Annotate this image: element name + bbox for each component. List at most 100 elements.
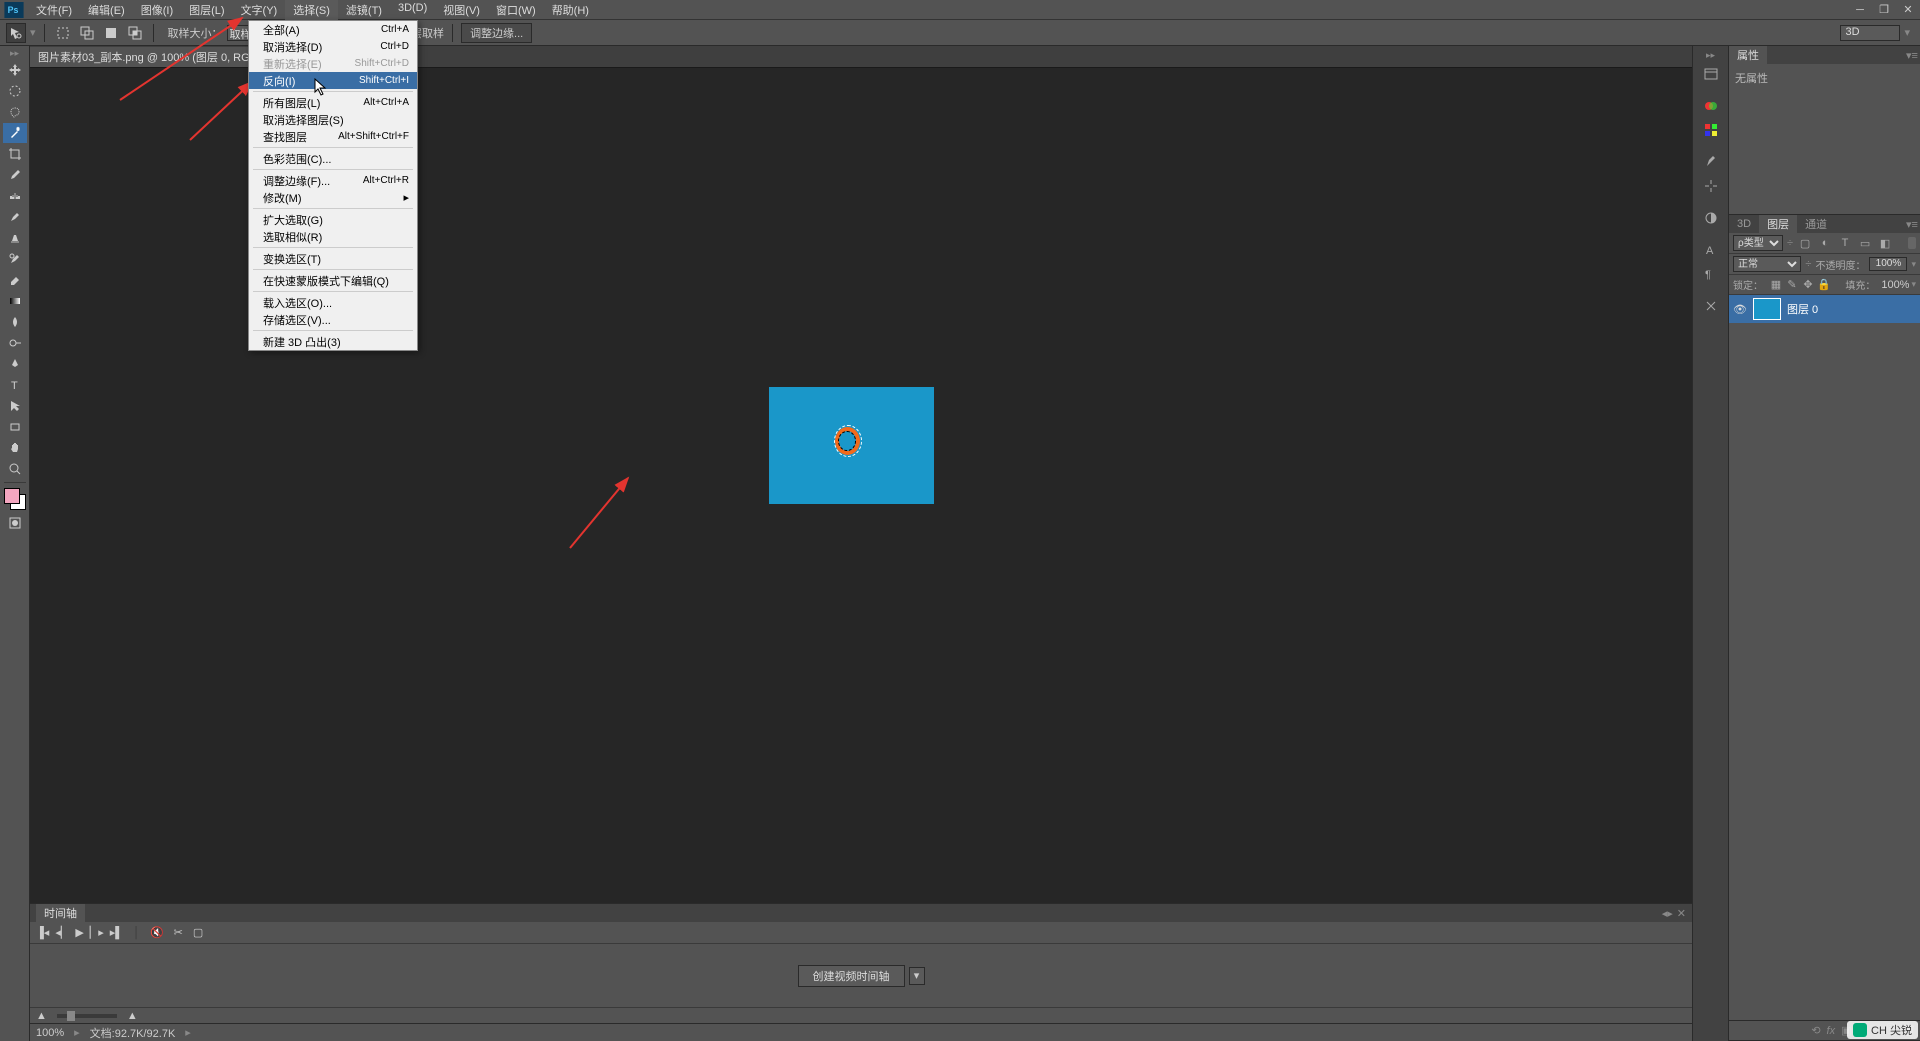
crop-tool[interactable] <box>3 144 27 164</box>
timeline-zoom-out-icon[interactable]: ▲ <box>36 1010 47 1022</box>
styles-icon[interactable] <box>1699 175 1723 197</box>
pen-tool[interactable] <box>3 354 27 374</box>
create-timeline-dropdown[interactable]: ▾ <box>909 967 925 985</box>
fill-input[interactable]: 100% <box>1881 279 1909 291</box>
collapse-icon[interactable]: ◂▸ <box>1662 907 1673 920</box>
menu-item-取消选择(D)[interactable]: 取消选择(D)Ctrl+D <box>249 38 417 55</box>
layer-style-icon[interactable]: fx <box>1827 1025 1836 1037</box>
blend-mode-select[interactable]: 正常 <box>1733 256 1801 272</box>
move-tool[interactable] <box>3 60 27 80</box>
menu-选择(S)[interactable]: 选择(S) <box>285 0 338 20</box>
eyedropper-tool[interactable] <box>3 165 27 185</box>
path-selection-tool[interactable] <box>3 396 27 416</box>
lock-all-icon[interactable]: 🔒 <box>1817 278 1831 292</box>
gradient-tool[interactable] <box>3 291 27 311</box>
brush-tool[interactable] <box>3 207 27 227</box>
timeline-tab[interactable]: 时间轴 <box>36 904 85 922</box>
panel-menu-icon[interactable]: ▾≡ <box>1904 218 1920 231</box>
filter-type-icon[interactable]: T <box>1837 236 1853 250</box>
menu-item-反向(I)[interactable]: 反向(I)Shift+Ctrl+I <box>249 72 417 89</box>
lock-pixels-icon[interactable]: ✎ <box>1785 278 1799 292</box>
menu-item-存储选区(V)...[interactable]: 存储选区(V)... <box>249 311 417 328</box>
foreground-background-color[interactable] <box>2 486 28 512</box>
paragraph-icon[interactable]: ¶ <box>1699 263 1723 285</box>
close-button[interactable]: ✕ <box>1896 1 1920 19</box>
menu-编辑(E)[interactable]: 编辑(E) <box>80 0 133 20</box>
timeline-zoom-slider[interactable] <box>57 1014 117 1018</box>
tab-3d[interactable]: 3D <box>1729 217 1759 231</box>
tab-layers[interactable]: 图层 <box>1759 215 1797 233</box>
menu-item-全部(A)[interactable]: 全部(A)Ctrl+A <box>249 21 417 38</box>
next-frame-icon[interactable]: ▏▸ <box>90 926 104 939</box>
zoom-tool[interactable] <box>3 459 27 479</box>
layer-thumbnail[interactable] <box>1753 298 1781 320</box>
workspace-select[interactable]: 3D <box>1840 25 1900 41</box>
history-icon[interactable] <box>1699 63 1723 85</box>
menu-文件(F)[interactable]: 文件(F) <box>28 0 80 20</box>
add-selection-icon[interactable] <box>77 23 97 43</box>
filter-type-select[interactable]: ρ类型 <box>1733 235 1783 251</box>
menu-item-载入选区(O)...[interactable]: 载入选区(O)... <box>249 294 417 311</box>
swatches-icon[interactable] <box>1699 119 1723 141</box>
timeline-zoom-in-icon[interactable]: ▲ <box>127 1010 138 1022</box>
rectangle-tool[interactable] <box>3 417 27 437</box>
type-tool[interactable]: T <box>3 375 27 395</box>
audio-mute-icon[interactable]: 🔇 <box>150 926 164 939</box>
blur-tool[interactable] <box>3 312 27 332</box>
menu-item-所有图层(L)[interactable]: 所有图层(L)Alt+Ctrl+A <box>249 94 417 111</box>
hand-tool[interactable] <box>3 438 27 458</box>
intersect-selection-icon[interactable] <box>125 23 145 43</box>
lock-transparency-icon[interactable]: ▦ <box>1769 278 1783 292</box>
current-tool-icon[interactable] <box>6 23 26 43</box>
clone-stamp-tool[interactable] <box>3 228 27 248</box>
minimize-button[interactable]: ─ <box>1848 1 1872 19</box>
adjustments-icon[interactable] <box>1699 207 1723 229</box>
menu-视图(V)[interactable]: 视图(V) <box>435 0 488 20</box>
close-panel-icon[interactable]: ✕ <box>1677 907 1686 920</box>
lasso-tool[interactable] <box>3 102 27 122</box>
maximize-button[interactable]: ❐ <box>1872 1 1896 19</box>
zoom-level[interactable]: 100% <box>36 1027 64 1039</box>
last-frame-icon[interactable]: ▸▌ <box>110 926 123 939</box>
tab-channels[interactable]: 通道 <box>1797 215 1835 233</box>
filter-adjust-icon[interactable]: ◐ <box>1817 236 1833 250</box>
prev-frame-icon[interactable]: ◂▏ <box>55 926 69 939</box>
new-selection-icon[interactable] <box>53 23 73 43</box>
transition-icon[interactable]: ▢ <box>193 926 203 939</box>
menu-item-调整边缘(F)...[interactable]: 调整边缘(F)...Alt+Ctrl+R <box>249 172 417 189</box>
menu-帮助(H)[interactable]: 帮助(H) <box>544 0 597 20</box>
menu-item-查找图层[interactable]: 查找图层Alt+Shift+Ctrl+F <box>249 128 417 145</box>
menu-滤镜(T)[interactable]: 滤镜(T) <box>338 0 390 20</box>
character-icon[interactable]: A <box>1699 239 1723 261</box>
healing-brush-tool[interactable] <box>3 186 27 206</box>
panel-menu-icon[interactable]: ▾≡ <box>1904 49 1920 62</box>
subtract-selection-icon[interactable] <box>101 23 121 43</box>
tool-presets-icon[interactable] <box>1699 295 1723 317</box>
menu-图层(L)[interactable]: 图层(L) <box>181 0 232 20</box>
document-tab[interactable]: 图片素材03_副本.png @ 100% (图层 0, RGB/8) * <box>30 47 250 67</box>
lock-position-icon[interactable]: ✥ <box>1801 278 1815 292</box>
layer-item[interactable]: 👁 图层 0 <box>1729 295 1920 323</box>
layer-name[interactable]: 图层 0 <box>1787 301 1818 317</box>
visibility-icon[interactable]: 👁 <box>1733 303 1747 316</box>
create-video-timeline-button[interactable]: 创建视频时间轴 <box>798 965 905 987</box>
filter-shape-icon[interactable]: ▭ <box>1857 236 1873 250</box>
first-frame-icon[interactable]: ▐◂ <box>36 926 49 939</box>
menu-item-修改(M)[interactable]: 修改(M)▸ <box>249 189 417 206</box>
link-layers-icon[interactable]: ⟲ <box>1811 1024 1820 1037</box>
color-icon[interactable] <box>1699 95 1723 117</box>
dodge-tool[interactable] <box>3 333 27 353</box>
menu-图像(I)[interactable]: 图像(I) <box>133 0 181 20</box>
magic-wand-tool[interactable] <box>3 123 27 143</box>
menu-item-新建 3D 凸出(3)[interactable]: 新建 3D 凸出(3) <box>249 333 417 350</box>
split-icon[interactable]: ✂ <box>174 926 183 939</box>
play-icon[interactable]: ▶ <box>75 926 83 939</box>
marquee-tool[interactable] <box>3 81 27 101</box>
menu-item-在快速蒙版模式下编辑(Q)[interactable]: 在快速蒙版模式下编辑(Q) <box>249 272 417 289</box>
opacity-input[interactable]: 100% <box>1869 257 1907 271</box>
filter-smart-icon[interactable]: ◧ <box>1877 236 1893 250</box>
history-brush-tool[interactable] <box>3 249 27 269</box>
brush-presets-icon[interactable] <box>1699 151 1723 173</box>
quick-mask-icon[interactable] <box>3 513 27 533</box>
filter-toggle[interactable] <box>1908 237 1916 249</box>
